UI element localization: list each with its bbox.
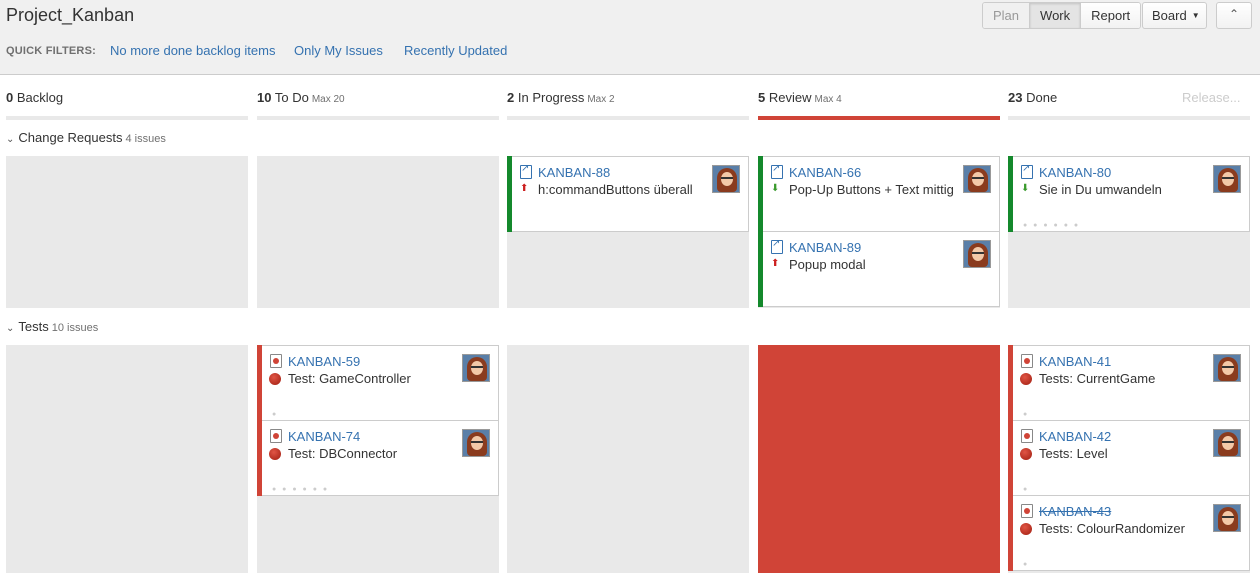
- column-bar-done: [1008, 116, 1250, 120]
- issue-key[interactable]: KANBAN-88: [538, 165, 610, 180]
- issue-card[interactable]: KANBAN-66 ⬇ Pop-Up Buttons + Text mittig: [758, 156, 1000, 232]
- issue-card[interactable]: KANBAN-74 Test: DBConnector ● ● ● ● ● ●: [257, 420, 499, 496]
- column-bar-review-over-limit: [758, 116, 1000, 120]
- column-bar-in-progress: [507, 116, 749, 120]
- issue-card[interactable]: KANBAN-89 ⬆ Popup modal: [758, 231, 1000, 307]
- swimlane-header-change-requests[interactable]: ⌄ Change Requests 4 issues: [6, 130, 166, 145]
- report-mode-button[interactable]: Report: [1080, 3, 1141, 28]
- improvement-icon: [520, 163, 532, 179]
- issue-summary: Test: DBConnector: [288, 446, 398, 461]
- board-title: Project_Kanban: [6, 5, 135, 25]
- swimlane-header-tests[interactable]: ⌄ Tests 10 issues: [6, 319, 98, 334]
- collapse-icon[interactable]: ⌃: [1216, 2, 1252, 29]
- quick-filters-label: QUICK FILTERS:: [6, 45, 96, 57]
- issue-card[interactable]: KANBAN-88 ⬆ h:commandButtons überall: [507, 156, 749, 232]
- issue-card[interactable]: KANBAN-59 Test: GameController ●: [257, 345, 499, 421]
- issue-key[interactable]: KANBAN-43: [1039, 504, 1111, 519]
- quick-filter-no-done-backlog[interactable]: No more done backlog items: [110, 43, 275, 58]
- days-in-column-dots: ●: [1023, 411, 1030, 418]
- days-in-column-dots: ● ● ● ● ● ●: [1023, 222, 1081, 229]
- issue-card[interactable]: KANBAN-42 Tests: Level ●: [1008, 420, 1250, 496]
- cell-review-tests-over-limit: [758, 345, 1000, 573]
- priority-blocker-icon: [1020, 523, 1032, 535]
- bug-icon: [1021, 504, 1033, 518]
- quick-filter-only-my-issues[interactable]: Only My Issues: [294, 43, 383, 58]
- chevron-down-icon: ▼: [1191, 11, 1200, 20]
- plan-mode-button[interactable]: Plan: [983, 3, 1030, 28]
- issue-key[interactable]: KANBAN-80: [1039, 165, 1111, 180]
- issue-key[interactable]: KANBAN-66: [789, 165, 861, 180]
- quick-filter-recently-updated[interactable]: Recently Updated: [404, 43, 507, 58]
- avatar: [462, 429, 490, 457]
- priority-minor-icon: ⬇: [771, 183, 780, 194]
- column-header-backlog: 0 Backlog: [6, 90, 64, 105]
- avatar: [462, 354, 490, 382]
- issue-summary: Tests: Level: [1039, 446, 1108, 461]
- cell-backlog-change-requests: [6, 156, 248, 308]
- days-in-column-dots: ●: [1023, 561, 1030, 568]
- bug-icon: [270, 354, 282, 368]
- mode-switcher: Plan Work Report: [982, 2, 1142, 29]
- column-bar-todo: [257, 116, 499, 120]
- priority-blocker-icon: [1020, 448, 1032, 460]
- issue-key[interactable]: KANBAN-42: [1039, 429, 1111, 444]
- avatar: [963, 240, 991, 268]
- issue-summary: h:commandButtons überall: [538, 182, 693, 197]
- issue-key[interactable]: KANBAN-41: [1039, 354, 1111, 369]
- issue-card[interactable]: KANBAN-43 Tests: ColourRandomizer ●: [1008, 495, 1250, 571]
- board-header: Project_Kanban Plan Work Report Board ▼ ⌃…: [0, 0, 1260, 75]
- issue-summary: Pop-Up Buttons + Text mittig: [789, 182, 954, 197]
- days-in-column-dots: ● ● ● ● ● ●: [272, 486, 330, 493]
- issue-card[interactable]: KANBAN-80 ⬇ Sie in Du umwandeln ● ● ● ● …: [1008, 156, 1250, 232]
- bug-icon: [270, 429, 282, 443]
- column-header-todo: 10 To Do Max 20: [257, 90, 345, 105]
- days-in-column-dots: ●: [1023, 486, 1030, 493]
- avatar: [1213, 165, 1241, 193]
- issue-key[interactable]: KANBAN-59: [288, 354, 360, 369]
- avatar: [963, 165, 991, 193]
- improvement-icon: [1021, 163, 1033, 179]
- avatar: [712, 165, 740, 193]
- column-bar-backlog: [6, 116, 248, 120]
- improvement-icon: [771, 238, 783, 254]
- avatar: [1213, 354, 1241, 382]
- cell-in-progress-tests: [507, 345, 749, 573]
- issue-key[interactable]: KANBAN-89: [789, 240, 861, 255]
- improvement-icon: [771, 163, 783, 179]
- chevron-down-icon: ⌄: [6, 134, 15, 145]
- priority-blocker-icon: [1020, 373, 1032, 385]
- cell-todo-change-requests: [257, 156, 499, 308]
- bug-icon: [1021, 354, 1033, 368]
- column-header-done: 23 Done: [1008, 90, 1058, 105]
- release-link[interactable]: Release...: [1182, 90, 1241, 105]
- work-mode-button[interactable]: Work: [1029, 3, 1081, 28]
- cell-backlog-tests: [6, 345, 248, 573]
- priority-major-icon: ⬆: [520, 183, 529, 194]
- priority-blocker-icon: [269, 373, 281, 385]
- chevron-down-icon: ⌄: [6, 323, 15, 334]
- issue-summary: Sie in Du umwandeln: [1039, 182, 1162, 197]
- issue-summary: Tests: ColourRandomizer: [1039, 521, 1185, 536]
- avatar: [1213, 504, 1241, 532]
- issue-summary: Tests: CurrentGame: [1039, 371, 1156, 386]
- priority-major-icon: ⬆: [771, 258, 780, 269]
- column-header-in-progress: 2 In Progress Max 2: [507, 90, 615, 105]
- column-header-review: 5 Review Max 4: [758, 90, 842, 105]
- priority-blocker-icon: [269, 448, 281, 460]
- issue-summary: Popup modal: [789, 257, 866, 272]
- days-in-column-dots: ●: [272, 411, 279, 418]
- issue-summary: Test: GameController: [288, 371, 411, 386]
- issue-key[interactable]: KANBAN-74: [288, 429, 360, 444]
- board-menu-button[interactable]: Board ▼: [1142, 2, 1207, 29]
- priority-minor-icon: ⬇: [1021, 183, 1030, 194]
- bug-icon: [1021, 429, 1033, 443]
- issue-card[interactable]: KANBAN-41 Tests: CurrentGame ●: [1008, 345, 1250, 421]
- avatar: [1213, 429, 1241, 457]
